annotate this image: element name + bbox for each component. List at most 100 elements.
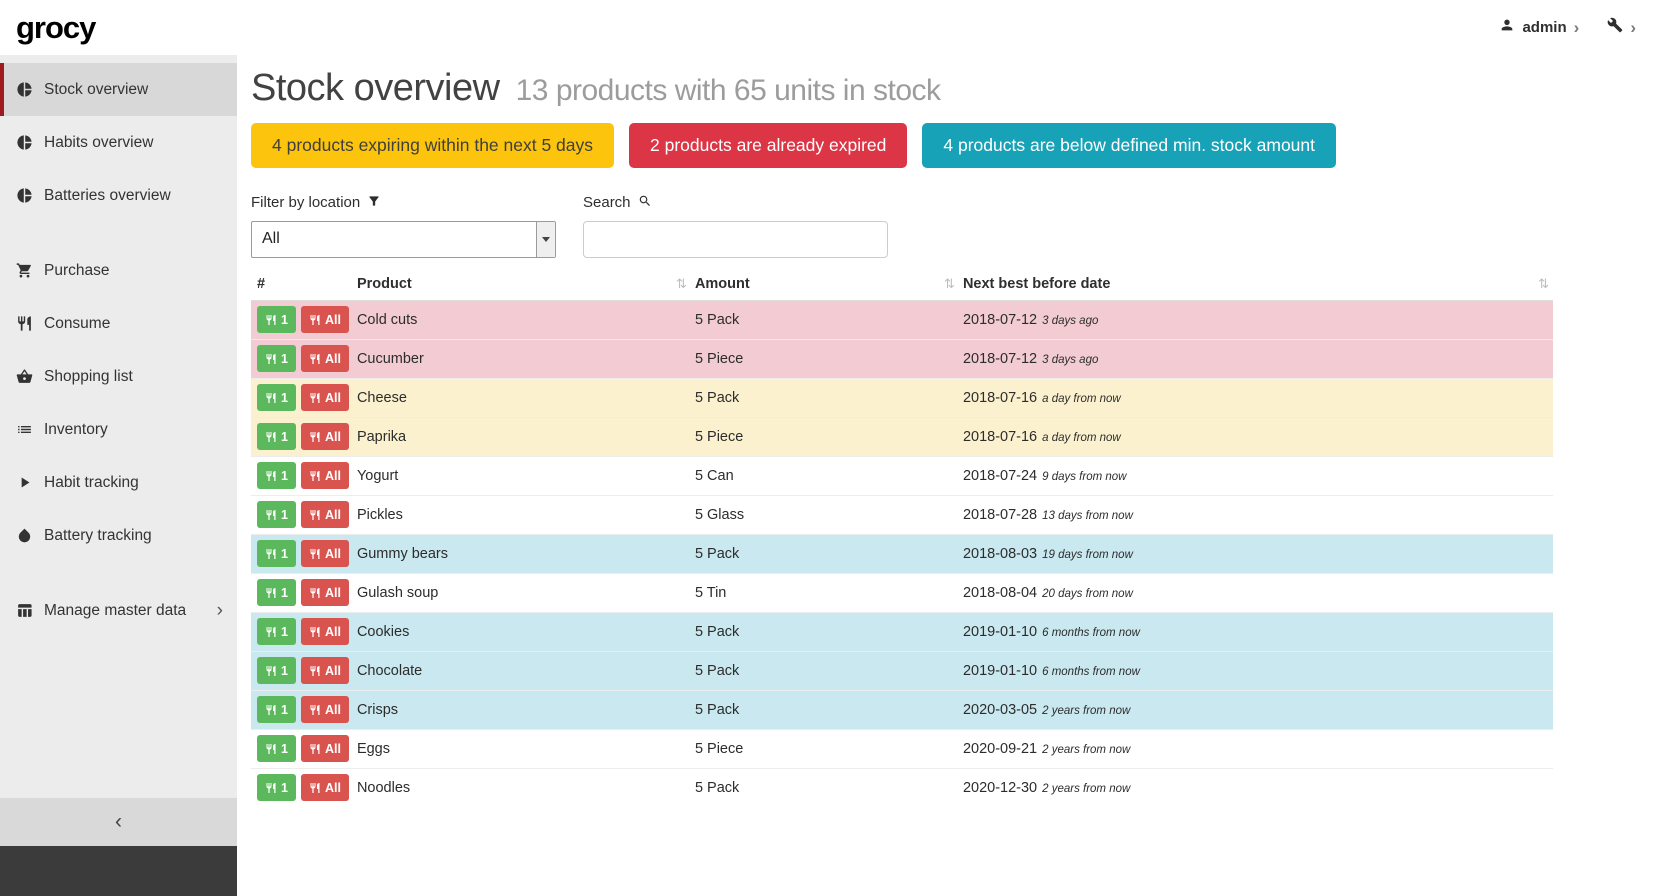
- alert-danger-button[interactable]: 2 products are already expired: [629, 123, 907, 168]
- consume-one-button[interactable]: 1: [257, 345, 296, 372]
- amount-value: 5 Can: [691, 456, 959, 495]
- utensils-icon: [309, 782, 321, 794]
- consume-one-button[interactable]: 1: [257, 540, 296, 567]
- column-header-amount[interactable]: Amount⇅: [691, 268, 959, 301]
- sidebar-item-stock-overview[interactable]: Stock overview: [0, 63, 237, 116]
- actions-cell: 1 All: [251, 729, 353, 768]
- consume-one-button[interactable]: 1: [257, 306, 296, 333]
- chevron-right-icon: ›: [1630, 19, 1636, 36]
- sidebar-item-batteries-overview[interactable]: Batteries overview: [0, 169, 237, 222]
- consume-all-button[interactable]: All: [301, 657, 349, 684]
- utensils-icon: [309, 704, 321, 716]
- app-logo[interactable]: grocy: [16, 10, 95, 46]
- sidebar-item-purchase[interactable]: Purchase: [0, 244, 237, 297]
- best-before-cell: 2018-07-249 days from now: [959, 456, 1553, 495]
- user-name: admin: [1522, 19, 1566, 36]
- utensils-icon: [309, 470, 321, 482]
- relative-time: a day from now: [1042, 432, 1121, 444]
- sidebar-item-battery-tracking[interactable]: Battery tracking: [0, 509, 237, 562]
- actions-cell: 1All: [251, 534, 353, 573]
- consume-all-button[interactable]: All: [301, 618, 349, 645]
- best-before-date: 2018-07-12: [963, 351, 1037, 367]
- consume-one-button[interactable]: 1: [257, 735, 296, 762]
- consume-button-label: 1: [281, 703, 288, 717]
- best-before-cell: 2018-07-16a day from now: [959, 417, 1553, 456]
- sidebar-item-inventory[interactable]: Inventory: [0, 403, 237, 456]
- consume-all-button[interactable]: All: [301, 774, 349, 801]
- column-label: Next best before date: [963, 276, 1110, 292]
- consume-button-label: 1: [281, 742, 288, 756]
- consume-button-label: 1: [281, 586, 288, 600]
- sidebar-footer: [0, 846, 237, 896]
- column-header-next-best-before-date[interactable]: Next best before date⇅: [959, 268, 1553, 301]
- column-label: #: [257, 276, 265, 292]
- consume-all-button[interactable]: All: [301, 345, 349, 372]
- relative-time: a day from now: [1042, 393, 1121, 405]
- consume-button-label: 1: [281, 625, 288, 639]
- column-header-product[interactable]: Product⇅: [353, 268, 691, 301]
- sidebar-item-shopping-list[interactable]: Shopping list: [0, 350, 237, 403]
- sidebar-item-label: Purchase: [44, 262, 109, 280]
- utensils-icon: [309, 314, 321, 326]
- topbar-right: admin › ›: [1471, 17, 1636, 38]
- play-icon: [16, 474, 33, 491]
- consume-all-button[interactable]: All: [301, 423, 349, 450]
- consume-button-label: All: [325, 508, 341, 522]
- consume-one-button[interactable]: 1: [257, 462, 296, 489]
- stock-table: # Product⇅Amount⇅Next best before date⇅ 1…: [251, 268, 1553, 808]
- utensils-icon: [265, 314, 277, 326]
- consume-all-button[interactable]: All: [301, 501, 349, 528]
- actions-cell: 1All: [251, 417, 353, 456]
- location-filter-select[interactable]: All: [251, 221, 556, 258]
- consume-all-button[interactable]: All: [301, 462, 349, 489]
- sidebar-item-label: Habits overview: [44, 134, 153, 152]
- consume-button-label: All: [325, 742, 341, 756]
- consume-one-button[interactable]: 1: [257, 774, 296, 801]
- product-name: Gulash soup: [353, 573, 691, 612]
- table-row: 1AllGulash soup5 Tin2018-08-0420 days fr…: [251, 573, 1553, 612]
- search-filter: Search: [583, 194, 888, 258]
- consume-one-button[interactable]: 1: [257, 696, 296, 723]
- consume-one-button[interactable]: 1: [257, 657, 296, 684]
- location-filter: Filter by location All: [251, 194, 556, 258]
- consume-all-button[interactable]: All: [301, 579, 349, 606]
- actions-cell: 1All: [251, 378, 353, 417]
- consume-one-button[interactable]: 1: [257, 423, 296, 450]
- sidebar-item-habits-overview[interactable]: Habits overview: [0, 116, 237, 169]
- sidebar-item-label: Consume: [44, 315, 110, 333]
- settings-menu[interactable]: ›: [1607, 17, 1636, 38]
- search-input[interactable]: [583, 221, 888, 258]
- consume-all-button[interactable]: All: [301, 384, 349, 411]
- sidebar-item-label: Habit tracking: [44, 474, 139, 492]
- product-name: Yogurt: [353, 456, 691, 495]
- table-row: 1AllYogurt5 Can2018-07-249 days from now: [251, 456, 1553, 495]
- consume-one-button[interactable]: 1: [257, 501, 296, 528]
- product-name: Crisps: [353, 690, 691, 729]
- utensils-icon: [265, 548, 277, 560]
- user-menu[interactable]: admin ›: [1499, 17, 1579, 38]
- utensils-icon: [16, 315, 33, 332]
- sidebar-item-manage-master-data[interactable]: Manage master data›: [0, 584, 237, 637]
- consume-one-button[interactable]: 1: [257, 579, 296, 606]
- consume-all-button[interactable]: All: [301, 696, 349, 723]
- consume-button-label: All: [325, 313, 341, 327]
- alert-warning-button[interactable]: 4 products expiring within the next 5 da…: [251, 123, 614, 168]
- best-before-date: 2018-07-16: [963, 390, 1037, 406]
- consume-one-button[interactable]: 1: [257, 618, 296, 645]
- amount-value: 5 Pack: [691, 300, 959, 339]
- amount-value: 5 Pack: [691, 378, 959, 417]
- location-filter-label-row: Filter by location: [251, 194, 556, 212]
- consume-all-button[interactable]: All: [301, 306, 349, 333]
- sidebar-collapse-button[interactable]: ‹: [0, 798, 237, 846]
- sidebar-item-label: Manage master data: [44, 602, 186, 620]
- consume-one-button[interactable]: 1: [257, 384, 296, 411]
- alert-info-button[interactable]: 4 products are below defined min. stock …: [922, 123, 1336, 168]
- consume-all-button[interactable]: All: [301, 735, 349, 762]
- sidebar-item-consume[interactable]: Consume: [0, 297, 237, 350]
- consume-all-button[interactable]: All: [301, 540, 349, 567]
- sidebar-item-habit-tracking[interactable]: Habit tracking: [0, 456, 237, 509]
- consume-button-label: 1: [281, 508, 288, 522]
- table-row: 1AllCrisps5 Pack2020-03-052 years from n…: [251, 690, 1553, 729]
- best-before-date: 2020-12-30: [963, 780, 1037, 796]
- search-label: Search: [583, 194, 631, 211]
